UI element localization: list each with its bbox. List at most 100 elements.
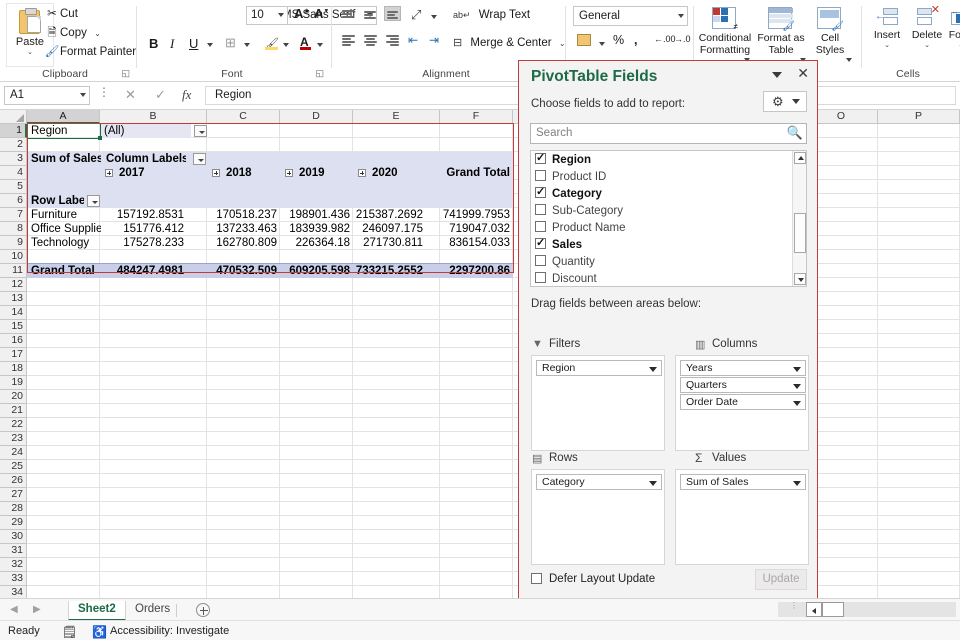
chip-caret-icon[interactable] bbox=[793, 481, 801, 486]
delete-caret[interactable]: ⌄ bbox=[906, 41, 948, 50]
field-checkbox[interactable] bbox=[535, 170, 546, 181]
chip-caret-icon[interactable] bbox=[649, 481, 657, 486]
field-checkbox[interactable] bbox=[535, 221, 546, 232]
expand-2019-button[interactable] bbox=[285, 169, 293, 177]
copy-dropdown-caret[interactable]: ⌄ bbox=[94, 29, 101, 38]
field-checkbox[interactable] bbox=[535, 238, 546, 249]
italic-button[interactable]: I bbox=[170, 36, 174, 52]
fill-handle[interactable] bbox=[98, 136, 102, 140]
column-header-E[interactable]: E bbox=[353, 110, 440, 124]
format-painter-button[interactable]: 🖌Format Painter bbox=[44, 44, 136, 58]
field-checkbox[interactable] bbox=[535, 187, 546, 198]
copy-button[interactable]: 🗎Copy ⌄ bbox=[44, 25, 101, 44]
comma-style-button[interactable]: , bbox=[634, 33, 637, 47]
field-chip-quarters[interactable]: Quarters bbox=[680, 377, 806, 393]
font-color-caret[interactable] bbox=[317, 43, 323, 47]
underline-dropdown-caret[interactable] bbox=[207, 43, 213, 47]
decrease-font-size-button[interactable]: A▼ bbox=[314, 6, 329, 21]
row-header-2[interactable]: 2 bbox=[0, 138, 27, 152]
insert-caret[interactable]: ⌄ bbox=[866, 41, 908, 50]
field-list[interactable]: RegionProduct IDCategorySub-CategoryProd… bbox=[530, 150, 807, 287]
bold-button[interactable]: B bbox=[149, 36, 158, 51]
columns-dropzone[interactable]: Years Quarters Order Date bbox=[675, 355, 809, 451]
row-header-30[interactable]: 30 bbox=[0, 530, 27, 544]
row-header-22[interactable]: 22 bbox=[0, 418, 27, 432]
cell-D4[interactable]: 2019 bbox=[296, 166, 356, 180]
row-header-34[interactable]: 34 bbox=[0, 586, 27, 598]
chevron-down-icon[interactable] bbox=[772, 72, 782, 78]
name-box[interactable]: A1 bbox=[4, 86, 90, 105]
column-header-F[interactable]: F bbox=[440, 110, 513, 124]
pivot-row-total[interactable]: 741999.7953 bbox=[425, 208, 513, 222]
fill-color-caret[interactable] bbox=[283, 43, 289, 47]
field-item-region[interactable]: Region bbox=[535, 153, 591, 170]
format-as-table-button[interactable]: 🖌 Format as Table bbox=[752, 4, 810, 66]
field-item-product-name[interactable]: Product Name bbox=[535, 221, 626, 238]
align-top-button[interactable] bbox=[340, 8, 357, 23]
borders-dropdown-caret[interactable] bbox=[244, 43, 250, 47]
pivot-cell[interactable]: 271730.811 bbox=[338, 236, 426, 250]
filters-dropzone[interactable]: Region bbox=[531, 355, 665, 451]
fill-color-button[interactable]: 🖌 bbox=[265, 34, 279, 52]
cell-styles-button[interactable]: 🖌 Cell Styles bbox=[804, 4, 856, 66]
row-header-15[interactable]: 15 bbox=[0, 320, 27, 334]
row-header-27[interactable]: 27 bbox=[0, 488, 27, 502]
row-header-33[interactable]: 33 bbox=[0, 572, 27, 586]
cell-F4[interactable]: Grand Total bbox=[431, 166, 513, 180]
column-header-B[interactable]: B bbox=[100, 110, 207, 124]
cell-B4[interactable]: 2017 bbox=[116, 166, 176, 180]
row-header-12[interactable]: 12 bbox=[0, 278, 27, 292]
expand-2020-button[interactable] bbox=[358, 169, 366, 177]
pivot-row-label[interactable]: Furniture bbox=[28, 208, 101, 222]
check-icon[interactable]: ✓ bbox=[155, 87, 166, 103]
orientation-button[interactable]: ⤢ bbox=[411, 7, 421, 23]
expand-2018-button[interactable] bbox=[212, 169, 220, 177]
row-header-4[interactable]: 4 bbox=[0, 166, 27, 180]
pivot-grandtotal-cell[interactable]: 733215.2552 bbox=[338, 264, 426, 278]
scroll-left-button[interactable] bbox=[806, 602, 822, 617]
pivot-row-label[interactable]: Technology bbox=[28, 236, 101, 250]
select-all-corner[interactable] bbox=[0, 110, 27, 124]
align-middle-button[interactable] bbox=[362, 8, 379, 23]
pivot-grandtotal-total[interactable]: 2297200.86 bbox=[425, 264, 513, 278]
row-header-23[interactable]: 23 bbox=[0, 432, 27, 446]
chip-caret-icon[interactable] bbox=[793, 367, 801, 372]
cell-E4[interactable]: 2020 bbox=[369, 166, 429, 180]
row-header-29[interactable]: 29 bbox=[0, 516, 27, 530]
pivot-cell[interactable]: 246097.175 bbox=[338, 222, 426, 236]
row-header-17[interactable]: 17 bbox=[0, 348, 27, 362]
increase-indent-button[interactable]: ⇥ bbox=[429, 33, 439, 47]
accounting-format-button[interactable] bbox=[577, 34, 591, 49]
pivot-cell[interactable]: 157192.8531 bbox=[99, 208, 187, 222]
cell-styles-caret[interactable] bbox=[846, 58, 852, 62]
pivot-cell[interactable]: 215387.2692 bbox=[338, 208, 426, 222]
orientation-caret[interactable] bbox=[431, 15, 437, 19]
field-item-sales[interactable]: Sales bbox=[535, 238, 582, 255]
clipboard-dialog-launcher[interactable]: ◱ bbox=[121, 68, 130, 79]
pivot-row-label[interactable]: Office Supplies bbox=[28, 222, 101, 236]
font-size-caret[interactable] bbox=[278, 13, 284, 17]
row-header-5[interactable]: 5 bbox=[0, 180, 27, 194]
delete-cells-button[interactable]: ✕ Delete ⌄ bbox=[906, 4, 948, 50]
format-caret[interactable]: ⌄ bbox=[946, 41, 960, 50]
cell-B1[interactable]: (All) bbox=[101, 124, 191, 138]
row-header-16[interactable]: 16 bbox=[0, 334, 27, 348]
accounting-format-caret[interactable] bbox=[599, 42, 605, 46]
font-size-input[interactable]: 10 bbox=[246, 6, 288, 25]
row-header-18[interactable]: 18 bbox=[0, 362, 27, 376]
row-header-8[interactable]: 8 bbox=[0, 222, 27, 236]
accessibility-label[interactable]: Accessibility: Investigate bbox=[110, 625, 229, 637]
chip-caret-icon[interactable] bbox=[793, 384, 801, 389]
row-header-10[interactable]: 10 bbox=[0, 250, 27, 264]
row-header-32[interactable]: 32 bbox=[0, 558, 27, 572]
cut-button[interactable]: ✂Cut bbox=[44, 6, 78, 20]
chevron-right-icon[interactable]: ▶ bbox=[33, 604, 41, 615]
gear-dropdown-caret[interactable] bbox=[792, 99, 800, 104]
row-header-3[interactable]: 3 bbox=[0, 152, 27, 166]
defer-layout-update-checkbox[interactable] bbox=[531, 573, 542, 584]
row-header-11[interactable]: 11 bbox=[0, 264, 27, 278]
scroll-grip[interactable]: ⋮ bbox=[790, 604, 798, 608]
scroll-thumb[interactable] bbox=[794, 213, 806, 253]
sheet-tab-orders[interactable]: Orders bbox=[126, 601, 179, 621]
field-chip-order-date[interactable]: Order Date bbox=[680, 394, 806, 410]
